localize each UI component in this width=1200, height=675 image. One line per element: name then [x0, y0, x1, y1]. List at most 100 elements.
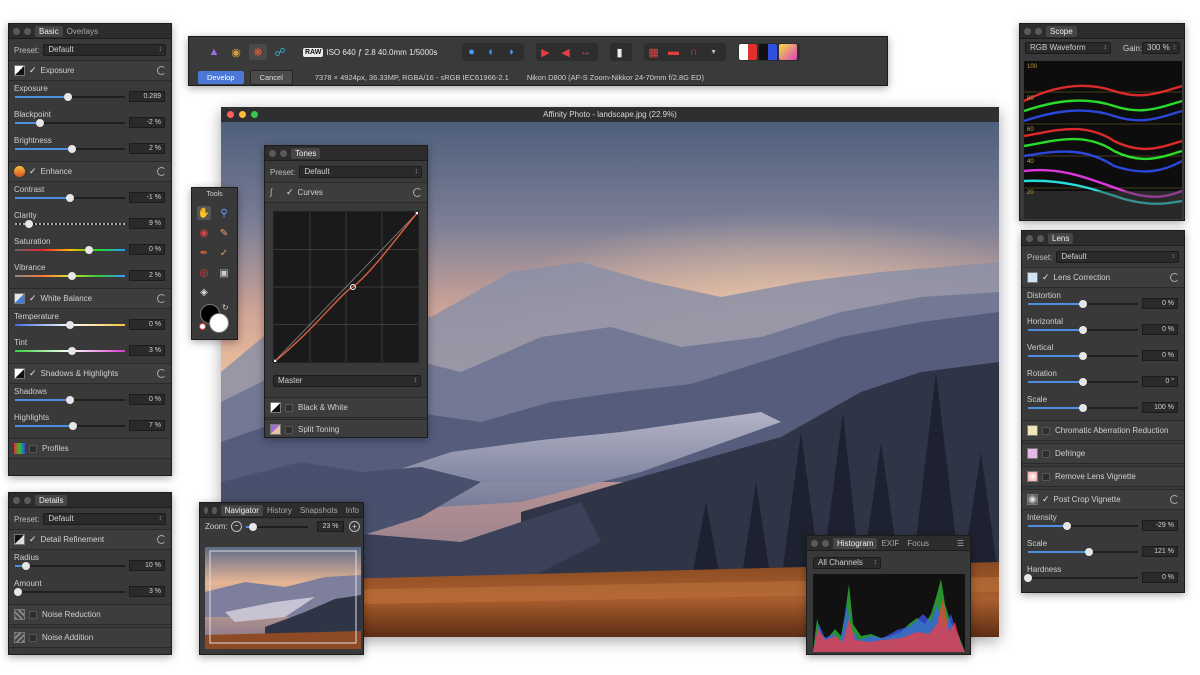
panel-menu-icon[interactable] — [24, 27, 31, 35]
slider-thumb[interactable] — [1079, 378, 1087, 386]
panel-options-icon[interactable]: ☰ — [957, 539, 964, 548]
panel-menu-icon[interactable] — [822, 539, 829, 547]
tab-info[interactable]: Info — [342, 505, 363, 516]
close-panel-icon[interactable] — [204, 506, 209, 514]
slider-thumb[interactable] — [84, 246, 93, 254]
slider-value-field[interactable]: 100 % — [1142, 402, 1178, 413]
gain-dropdown[interactable]: 300 % — [1142, 42, 1180, 54]
hand-tool-icon[interactable]: ✋ — [197, 206, 211, 220]
zoom-slider[interactable] — [246, 523, 308, 531]
slider-thumb[interactable] — [1084, 548, 1093, 556]
preset-dropdown[interactable]: Default — [1056, 251, 1179, 263]
white-balance-section[interactable]: ✓ White Balance — [9, 288, 171, 309]
slider-track[interactable] — [15, 347, 125, 355]
enhance-checkbox[interactable]: ✓ — [29, 166, 37, 177]
slider-value-field[interactable]: 3 % — [129, 586, 165, 597]
profiles-section[interactable]: Profiles — [9, 438, 171, 459]
slider-thumb[interactable] — [1079, 404, 1087, 412]
slider-thumb[interactable] — [66, 194, 74, 202]
enhance-section[interactable]: ✓ Enhance — [9, 161, 171, 182]
single-view-icon[interactable]: ● — [463, 44, 481, 60]
blue-channel-icon[interactable] — [758, 44, 777, 60]
slider-thumb[interactable] — [1024, 574, 1032, 582]
slider-value-field[interactable]: 7 % — [129, 420, 165, 431]
slider-track[interactable] — [15, 119, 125, 127]
reset-icon[interactable] — [1170, 495, 1179, 504]
tab-exif[interactable]: EXIF — [877, 538, 903, 549]
tab-overlays[interactable]: Overlays — [63, 26, 103, 37]
lens-correction-section[interactable]: ✓ Lens Correction — [1022, 267, 1184, 288]
slider-track[interactable] — [1028, 548, 1138, 556]
panel-menu-icon[interactable] — [24, 496, 31, 504]
slider-value-field[interactable]: 0 % — [1142, 298, 1178, 309]
chromatic-aberration-section[interactable]: Chromatic Aberration Reduction — [1022, 420, 1184, 441]
slider-thumb[interactable] — [1079, 326, 1087, 334]
panel-menu-icon[interactable] — [212, 506, 217, 514]
slider-track[interactable] — [15, 145, 125, 153]
noise-addition-checkbox[interactable] — [29, 633, 37, 642]
curves-graph[interactable] — [273, 211, 419, 363]
detail-refinement-checkbox[interactable]: ✓ — [29, 534, 37, 545]
slider-thumb[interactable] — [22, 562, 30, 570]
slider-thumb[interactable] — [69, 422, 78, 430]
tab-focus[interactable]: Focus — [903, 538, 933, 549]
tab-scope[interactable]: Scope — [1046, 25, 1077, 37]
secondary-color-swatch[interactable] — [209, 313, 229, 333]
slider-track[interactable] — [1028, 326, 1138, 334]
slider-value-field[interactable]: 3 % — [129, 345, 165, 356]
close-panel-icon[interactable] — [13, 27, 20, 35]
export-persona-icon[interactable]: ☍ — [271, 44, 289, 60]
reset-icon[interactable] — [157, 167, 166, 176]
tab-tones[interactable]: Tones — [291, 147, 321, 159]
slider-value-field[interactable]: 10 % — [129, 560, 165, 571]
tab-histogram[interactable]: Histogram — [833, 537, 878, 549]
slider-value-field[interactable]: 0 % — [129, 394, 165, 405]
split-toning-checkbox[interactable] — [285, 425, 293, 434]
slider-thumb[interactable] — [66, 396, 74, 404]
panel-menu-icon[interactable] — [280, 149, 287, 157]
slider-track[interactable] — [1028, 300, 1138, 308]
slider-thumb[interactable] — [68, 272, 77, 280]
slider-track[interactable] — [1028, 352, 1138, 360]
split-view-icon[interactable]: ◐ — [483, 44, 501, 60]
post-crop-vignette-section[interactable]: ✓ Post Crop Vignette — [1022, 489, 1184, 510]
slider-value-field[interactable]: -1 % — [129, 192, 165, 203]
channel-dropdown[interactable]: Master — [273, 375, 421, 387]
erase-tool-icon[interactable]: ✓ — [217, 246, 231, 260]
slider-track[interactable] — [1024, 574, 1138, 582]
slider-track[interactable] — [15, 246, 125, 254]
slider-track[interactable] — [1028, 378, 1138, 386]
navigator-thumbnail[interactable] — [205, 547, 361, 649]
blemish-tool-icon[interactable]: ✎ — [217, 226, 231, 240]
split-overlay-icon[interactable]: ▬ — [665, 44, 683, 60]
black-white-checkbox[interactable] — [285, 403, 293, 412]
preset-dropdown[interactable]: Default — [43, 513, 166, 525]
slider-track[interactable] — [15, 194, 125, 202]
reset-icon[interactable] — [1170, 273, 1179, 282]
swap-colors-icon[interactable]: ↻ — [222, 303, 229, 312]
preset-dropdown[interactable]: Default — [299, 166, 422, 178]
zoom-out-button[interactable]: − — [231, 521, 242, 532]
preset-dropdown[interactable]: Default — [43, 44, 166, 56]
slider-value-field[interactable]: 0 % — [1142, 350, 1178, 361]
reset-icon[interactable] — [157, 294, 166, 303]
slider-track[interactable] — [15, 272, 125, 280]
slider-value-field[interactable]: 0 % — [1142, 324, 1178, 335]
clip-shadows-icon[interactable]: ◀ — [557, 44, 575, 60]
white-balance-picker-icon[interactable]: ◈ — [197, 285, 211, 299]
slider-thumb[interactable] — [25, 220, 34, 228]
slider-thumb[interactable] — [68, 145, 77, 153]
scope-mode-dropdown[interactable]: RGB Waveform — [1025, 42, 1111, 54]
zoom-in-button[interactable]: + — [349, 521, 360, 532]
grid-overlay-icon[interactable]: ▦ — [645, 44, 663, 60]
defringe-section[interactable]: Defringe — [1022, 443, 1184, 464]
reset-icon[interactable] — [157, 535, 166, 544]
slider-value-field[interactable]: 0 % — [1142, 572, 1178, 583]
close-panel-icon[interactable] — [1024, 27, 1031, 35]
zoom-slider-thumb[interactable] — [249, 523, 258, 531]
color-swatch-icon[interactable] — [778, 44, 797, 60]
tab-navigator[interactable]: Navigator — [220, 504, 263, 516]
mirror-view-icon[interactable]: ◗ — [503, 44, 521, 60]
brush-tool-icon[interactable]: ✒ — [197, 246, 211, 260]
develop-persona-icon[interactable]: ❋ — [249, 44, 267, 60]
